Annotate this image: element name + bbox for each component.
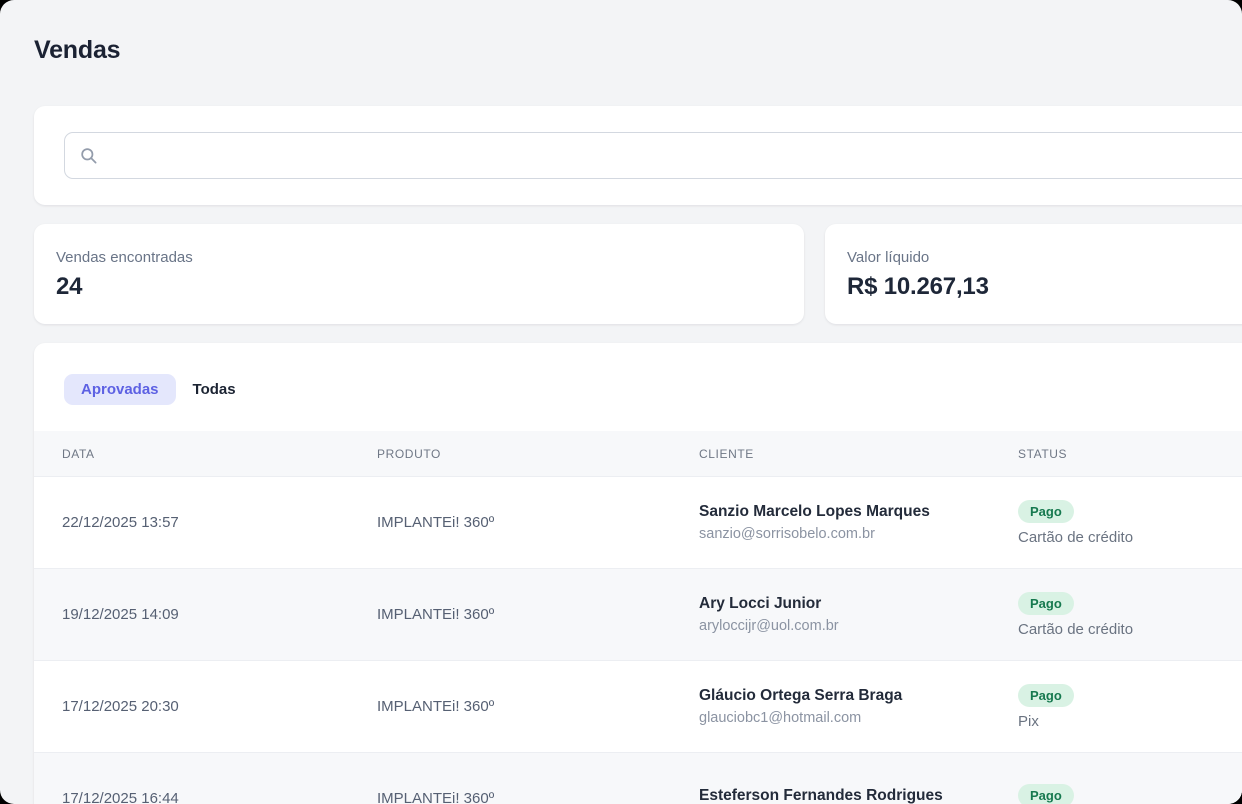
- stat-card-sales-found: Vendas encontradas 24: [34, 224, 804, 324]
- search-icon: [79, 146, 98, 165]
- stat-value: R$ 10.267,13: [847, 273, 1242, 301]
- sale-status: Pago Cartão de crédito: [1018, 592, 1242, 638]
- table-header-row: Data Produto Cliente Status: [34, 431, 1242, 476]
- payment-method: Cartão de crédito: [1018, 529, 1242, 546]
- column-header-data: Data: [62, 447, 377, 461]
- table-body: 22/12/2025 13:57 IMPLANTEi! 360º Sanzio …: [34, 476, 1242, 804]
- stat-label: Valor líquido: [847, 249, 1242, 266]
- sale-client: Gláucio Ortega Serra Braga glauciobc1@ho…: [699, 687, 1018, 726]
- tab-todas[interactable]: Todas: [176, 374, 253, 405]
- payment-method: Cartão de crédito: [1018, 621, 1242, 638]
- stat-value: 24: [56, 273, 782, 301]
- sales-table-card: Aprovadas Todas Data Produto Cliente Sta…: [34, 343, 1242, 804]
- sale-product: IMPLANTEi! 360º: [377, 790, 699, 804]
- status-badge: Pago: [1018, 784, 1074, 804]
- client-name: Ary Locci Junior: [699, 595, 1018, 613]
- stats-row: Vendas encontradas 24 Valor líquido R$ 1…: [34, 224, 1242, 324]
- sale-product: IMPLANTEi! 360º: [377, 514, 699, 531]
- table-row[interactable]: 19/12/2025 14:09 IMPLANTEi! 360º Ary Loc…: [34, 568, 1242, 660]
- column-header-produto: Produto: [377, 447, 699, 461]
- client-email: glauciobc1@hotmail.com: [699, 710, 1018, 726]
- table-row[interactable]: 22/12/2025 13:57 IMPLANTEi! 360º Sanzio …: [34, 476, 1242, 568]
- client-email: aryloccijr@uol.com.br: [699, 618, 1018, 634]
- sale-product: IMPLANTEi! 360º: [377, 698, 699, 715]
- stat-label: Vendas encontradas: [56, 249, 782, 266]
- sales-page: Vendas Vendas encontradas 24 Valor líqui…: [0, 0, 1242, 804]
- sale-status: Pago Pix: [1018, 684, 1242, 730]
- sale-date: 17/12/2025 16:44: [62, 790, 377, 804]
- client-name: Sanzio Marcelo Lopes Marques: [699, 503, 1018, 521]
- tab-aprovadas[interactable]: Aprovadas: [64, 374, 176, 405]
- client-email: sanzio@sorrisobelo.com.br: [699, 526, 1018, 542]
- sale-date: 22/12/2025 13:57: [62, 514, 377, 531]
- status-badge: Pago: [1018, 592, 1074, 615]
- column-header-cliente: Cliente: [699, 447, 1018, 461]
- search-card: [34, 106, 1242, 205]
- table-row[interactable]: 17/12/2025 16:44 IMPLANTEi! 360º Estefer…: [34, 752, 1242, 804]
- client-name: Esteferson Fernandes Rodrigues: [699, 787, 1018, 804]
- sale-date: 17/12/2025 20:30: [62, 698, 377, 715]
- status-badge: Pago: [1018, 684, 1074, 707]
- stat-card-net-value: Valor líquido R$ 10.267,13: [825, 224, 1242, 324]
- sale-client: Sanzio Marcelo Lopes Marques sanzio@sorr…: [699, 503, 1018, 542]
- sale-client: Ary Locci Junior aryloccijr@uol.com.br: [699, 595, 1018, 634]
- sale-date: 19/12/2025 14:09: [62, 606, 377, 623]
- sale-product: IMPLANTEi! 360º: [377, 606, 699, 623]
- status-badge: Pago: [1018, 500, 1074, 523]
- client-name: Gláucio Ortega Serra Braga: [699, 687, 1018, 705]
- page-title: Vendas: [34, 36, 1242, 65]
- sale-client: Esteferson Fernandes Rodrigues: [699, 787, 1018, 804]
- search-box[interactable]: [64, 132, 1242, 179]
- column-header-status: Status: [1018, 447, 1242, 461]
- search-input[interactable]: [108, 133, 1242, 178]
- sale-status: Pago Cartão de crédito: [1018, 500, 1242, 546]
- payment-method: Pix: [1018, 713, 1242, 730]
- sale-status: Pago: [1018, 784, 1242, 804]
- table-row[interactable]: 17/12/2025 20:30 IMPLANTEi! 360º Gláucio…: [34, 660, 1242, 752]
- status-tabs: Aprovadas Todas: [34, 343, 1242, 431]
